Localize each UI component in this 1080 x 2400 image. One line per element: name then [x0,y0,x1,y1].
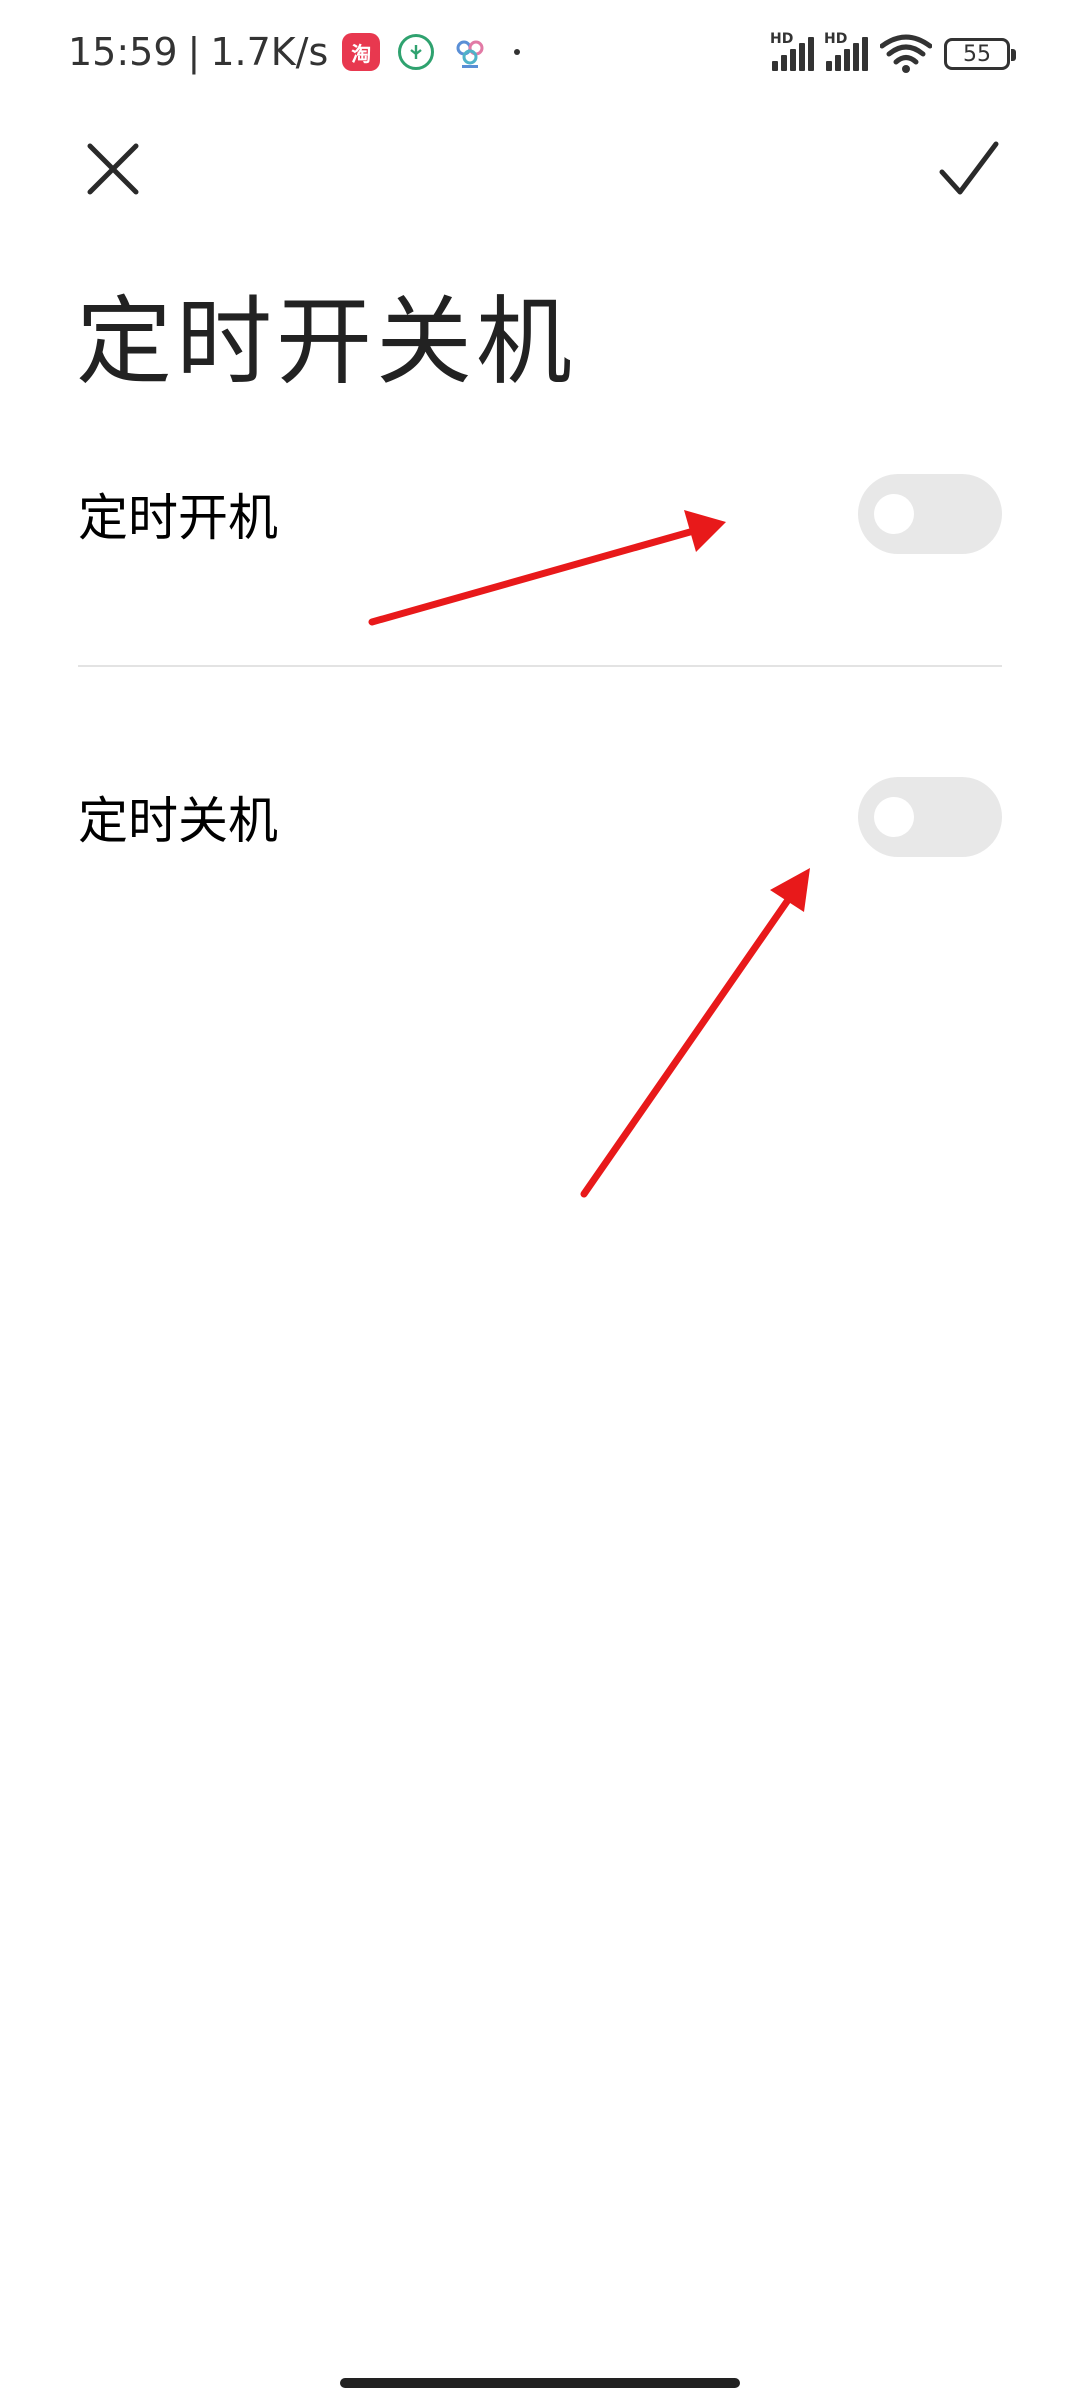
divider [78,665,1002,667]
signal-1-icon: HD [770,31,814,71]
scheduled-power-off-label: 定时关机 [78,792,278,850]
green-app-icon [398,34,435,70]
scheduled-power-off-row[interactable]: 定时关机 [78,757,1002,877]
home-indicator[interactable] [340,2378,740,2388]
scheduled-power-off-toggle[interactable] [858,777,1002,857]
wifi-icon [880,34,932,73]
close-icon [87,143,139,195]
status-time: 15:59 [68,30,178,74]
signal-2-icon: HD [824,31,868,71]
scheduled-power-on-row[interactable]: 定时开机 [78,454,1002,574]
arrow-to-power-off-toggle [580,868,810,1198]
status-left: 15:59 | 1.7K/s 淘 [68,30,521,74]
close-button[interactable] [86,142,140,196]
taobao-glyph: 淘 [351,41,372,66]
scheduled-power-screen: 15:59 | 1.7K/s 淘 HD HD 55 定时开关机 定时开机 定时关… [0,0,1080,2400]
hd-label: HD [824,31,848,47]
taobao-app-icon: 淘 [342,33,381,71]
notification-icons: 淘 [342,33,521,71]
network-speed: 1.7K/s [210,30,329,74]
check-icon [939,141,999,195]
hd-label: HD [770,31,794,47]
more-notifications-dot [514,49,521,55]
status-right: HD HD 55 [770,31,1016,74]
confirm-button[interactable] [938,138,1000,200]
battery-level: 55 [963,41,991,67]
status-separator: | [187,30,201,74]
toggle-knob [874,494,914,534]
page-title: 定时开关机 [76,286,576,398]
status-bar: 15:59 | 1.7K/s 淘 HD HD 55 [0,0,1080,120]
toggle-knob [874,797,914,837]
scheduled-power-on-toggle[interactable] [858,474,1002,554]
flower-app-icon [452,34,488,70]
scheduled-power-on-label: 定时开机 [78,489,278,547]
battery-icon: 55 [944,38,1016,70]
